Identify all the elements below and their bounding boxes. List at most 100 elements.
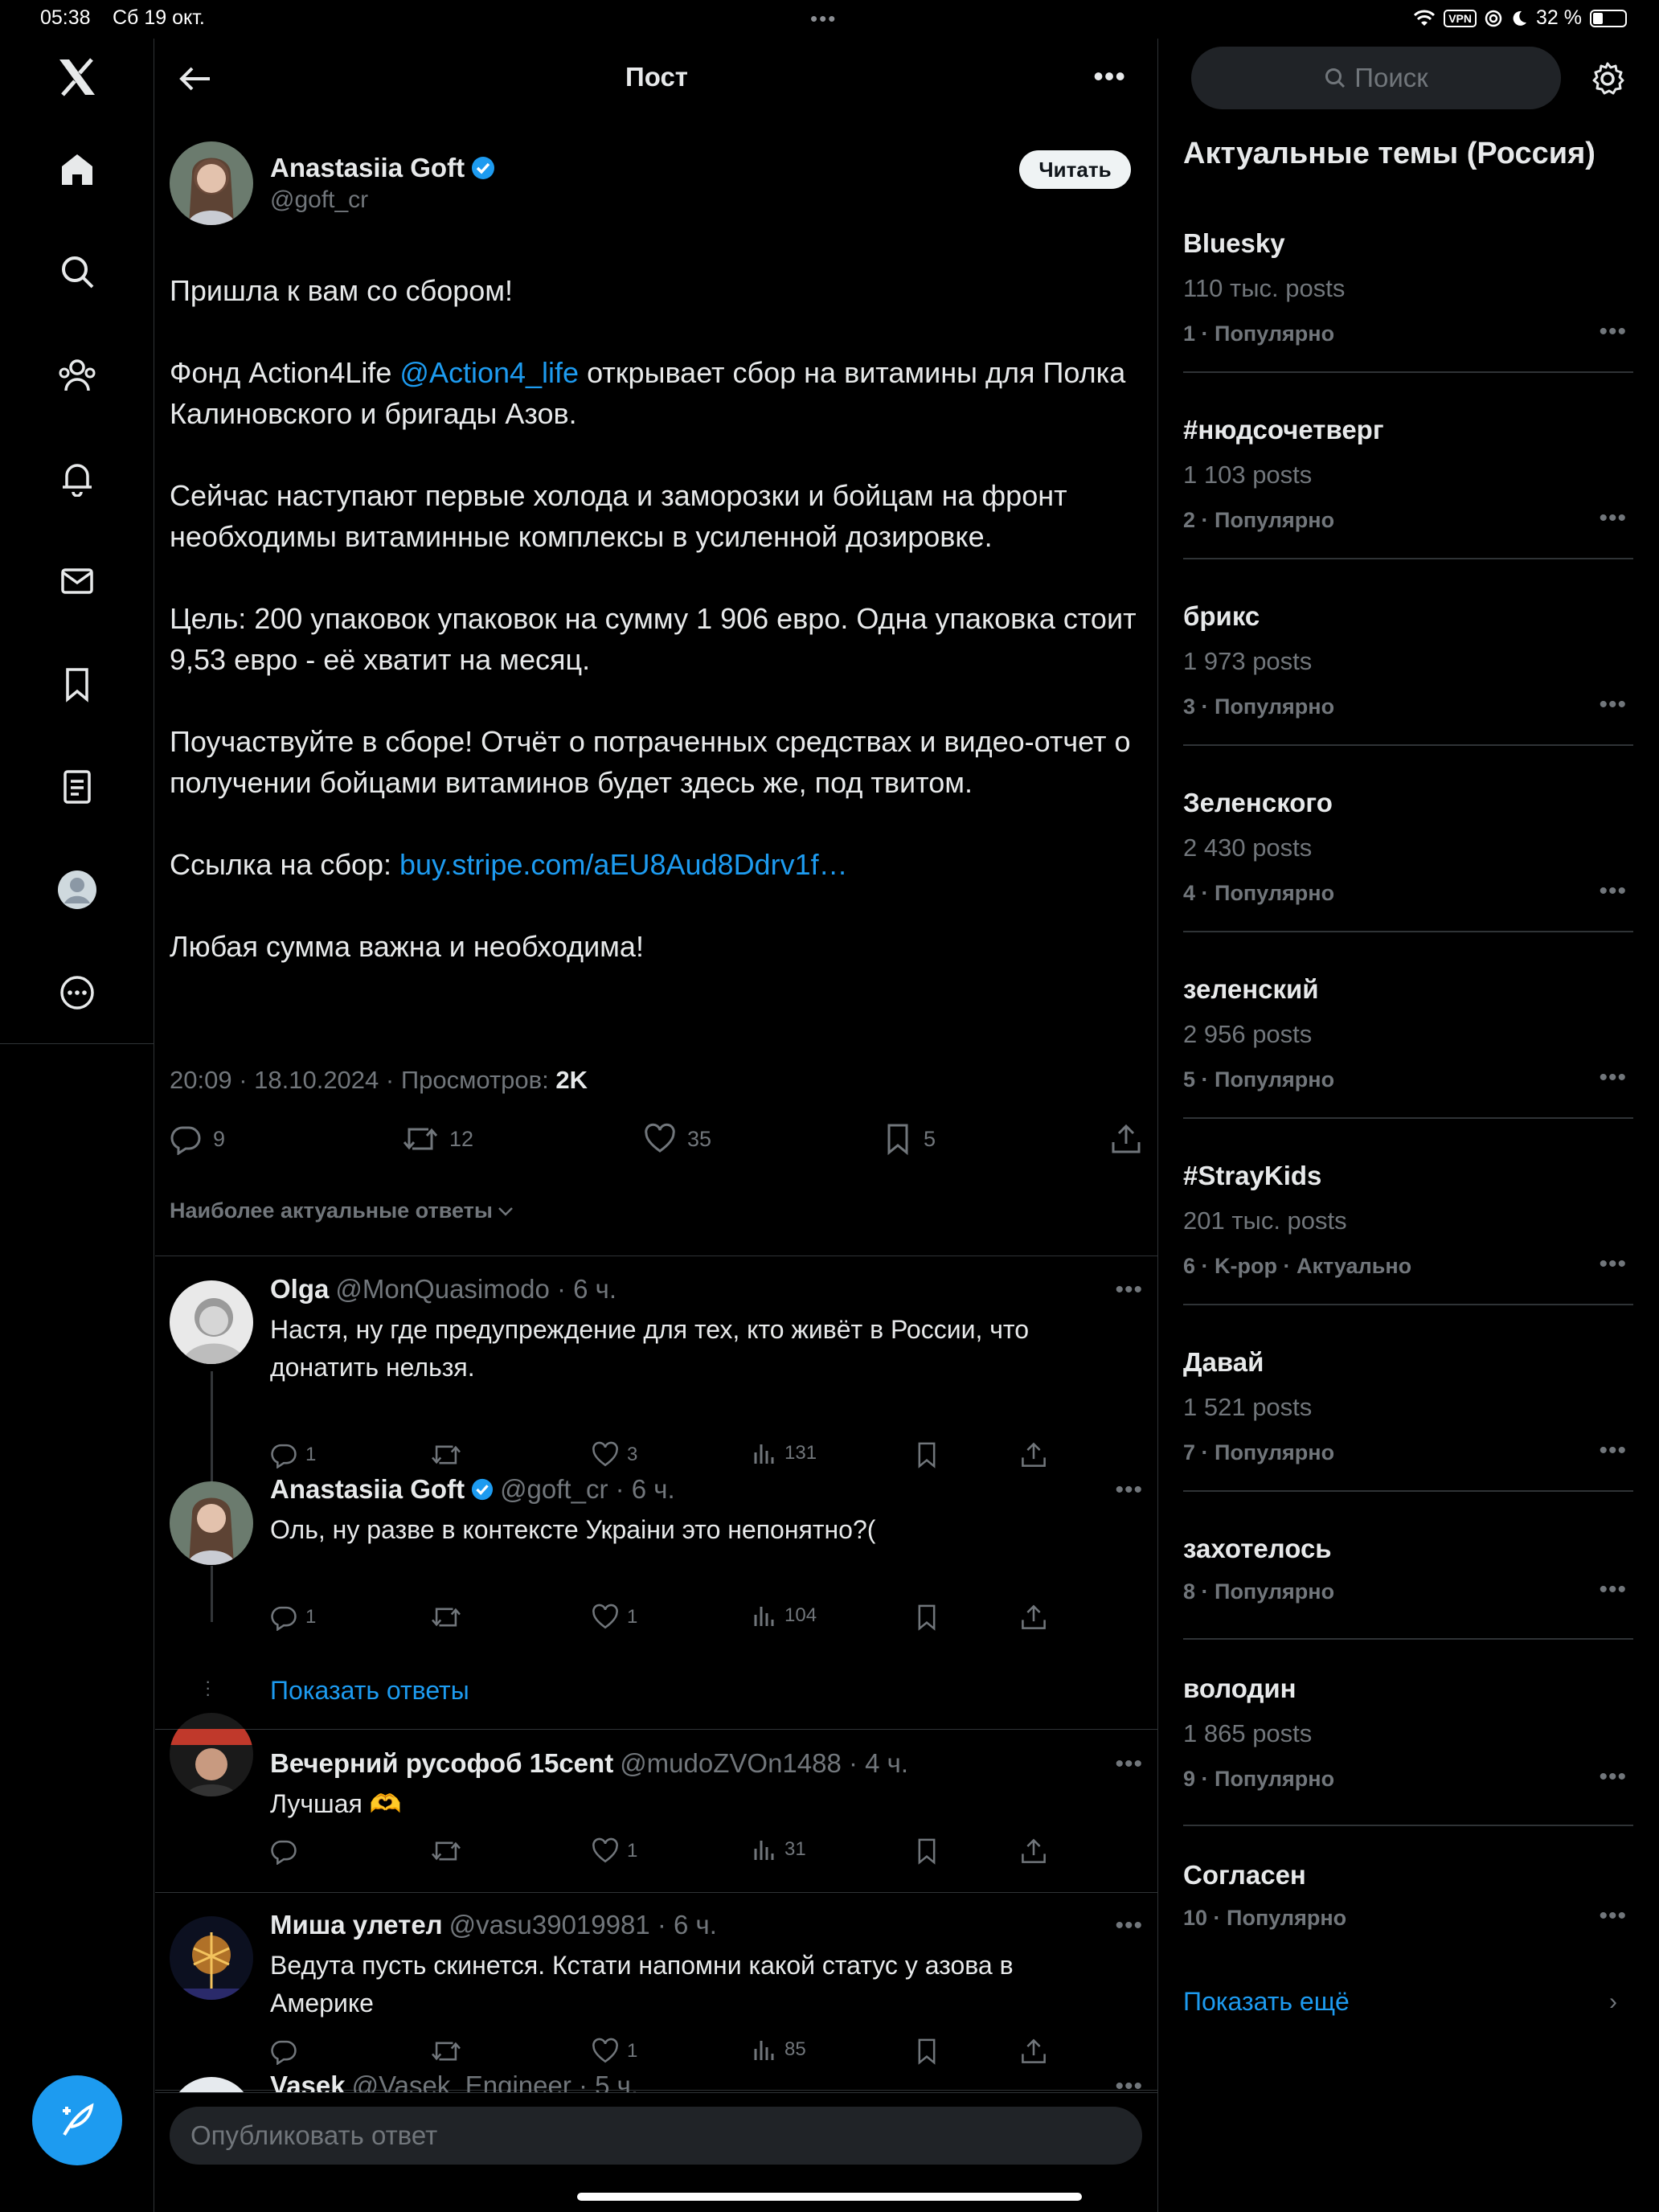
reply-views-button[interactable]: 104 [752,1604,817,1628]
trend-category: Популярно [1215,322,1335,346]
trend-divider [1183,558,1633,559]
compose-button[interactable] [32,2075,122,2165]
settings-button[interactable] [1585,56,1630,101]
reply-input[interactable]: Опубликовать ответ [170,2107,1142,2165]
reply-bookmark-button[interactable] [915,2038,939,2065]
reply-more-button[interactable]: ••• [1115,1751,1143,1778]
reply-text: Настя, ну где предупреждение для тех, кт… [270,1315,1030,1382]
at-icon [1485,10,1502,27]
lists-icon[interactable] [45,755,109,819]
nav-divider [0,1043,154,1044]
reply-more-button[interactable]: ••• [1115,1276,1143,1304]
mention-link[interactable]: @Action4_life [399,356,579,389]
follow-button[interactable]: Читать [1019,150,1131,189]
multitasking-dots[interactable]: ••• [810,6,837,31]
more-options-icon[interactable] [45,961,109,1025]
trend-more-button[interactable]: ••• [1599,505,1627,532]
trend-rank: 10 · Популярно [1183,1906,1347,1930]
reply-more-button[interactable]: ••• [1115,1912,1143,1940]
reply-handle: @goft_cr · 6 ч. [500,1474,675,1504]
reply-views-button[interactable]: 85 [752,2038,806,2062]
reply-reply-button[interactable]: 1 [270,1604,316,1631]
author-name[interactable]: Anastasiia Goft [270,153,495,183]
share-icon [1022,1838,1046,1863]
reply-button[interactable]: 9 [170,1123,225,1155]
like-count: 1 [627,1840,638,1862]
reply-like-button[interactable]: 1 [592,1604,637,1631]
share-button[interactable] [1110,1123,1142,1155]
communities-icon[interactable] [45,343,109,408]
trend-more-button[interactable]: ••• [1599,1251,1627,1278]
post-meta: 20:09 · 18.10.2024 · Просмотров: 2K [170,1066,588,1095]
reply-repost-button[interactable] [431,2038,469,2065]
reply-reply-button[interactable] [270,1837,305,1865]
show-replies-link[interactable]: Показать ответы [270,1676,469,1706]
search-placeholder: Поиск [1354,63,1428,92]
search-icon[interactable] [45,240,109,304]
analytics-icon [754,1607,774,1626]
notifications-icon[interactable] [45,446,109,510]
reply-like-button[interactable]: 1 [592,1837,637,1865]
reply-author[interactable]: Вечерний русофоб 15cent @mudoZVOn1488 · 4… [270,1748,908,1779]
reply-views-button[interactable]: 31 [752,1837,806,1862]
x-logo-icon[interactable] [45,45,109,109]
trend-more-button[interactable]: ••• [1599,691,1627,719]
reply-avatar[interactable] [170,1916,253,2000]
trend-more-button[interactable]: ••• [1599,1763,1627,1791]
reply-repost-button[interactable] [431,1441,469,1469]
reply-share-button[interactable] [1020,1604,1047,1631]
trend-rank-number: 4 [1183,881,1196,905]
show-more-trends-link[interactable]: Показать ещё [1183,1987,1350,2017]
author-handle[interactable]: @goft_cr [270,186,368,214]
trend-more-button[interactable]: ••• [1599,1064,1627,1092]
reply-avatar[interactable] [170,1481,253,1565]
reply-share-button[interactable] [1020,2038,1047,2065]
reply-bookmark-button[interactable] [915,1604,939,1631]
heart-icon [592,1441,618,1467]
reply-repost-button[interactable] [431,1604,469,1631]
reply-share-button[interactable] [1020,1837,1047,1865]
reply-like-button[interactable]: 1 [592,2038,637,2065]
trend-more-button[interactable]: ••• [1599,1437,1627,1464]
messages-icon[interactable] [45,549,109,613]
vpn-badge: VPN [1444,9,1477,27]
reply-more-button[interactable]: ••• [1115,1477,1143,1504]
reply-bookmark-button[interactable] [915,1837,939,1865]
trend-more-button[interactable]: ••• [1599,1576,1627,1604]
reply-share-button[interactable] [1020,1441,1047,1469]
trend-category: Популярно [1215,508,1335,532]
bookmarks-icon[interactable] [45,652,109,716]
reply-author[interactable]: Anastasiia Goft @goft_cr · 6 ч. [270,1474,675,1505]
trend-more-button[interactable]: ••• [1599,1903,1627,1930]
reply-actions: 1 3 131 [270,1441,1074,1470]
like-button[interactable]: 35 [644,1123,711,1155]
bookmark-button[interactable]: 5 [883,1123,936,1155]
reply-author[interactable]: Olga @MonQuasimodo · 6 ч. [270,1274,616,1305]
trend-more-button[interactable]: ••• [1599,318,1627,346]
trend-divider [1183,371,1633,373]
reply-reply-button[interactable]: 1 [270,1441,316,1469]
home-icon[interactable] [45,137,109,202]
profile-avatar-icon[interactable] [45,858,109,922]
replies-sort-dropdown[interactable]: Наиболее актуальные ответы [170,1198,514,1223]
search-input[interactable]: Поиск [1191,47,1561,109]
reply-reply-button[interactable] [270,2038,305,2065]
trend-rank: 5 · Популярно [1183,1067,1335,1092]
reply-views-button[interactable]: 131 [752,1441,817,1465]
home-indicator[interactable] [577,2193,1082,2201]
trend-more-button[interactable]: ••• [1599,878,1627,905]
repost-button[interactable]: 12 [403,1123,473,1155]
post-more-button[interactable]: ••• [1093,59,1126,93]
divider [155,1892,1157,1893]
author-avatar[interactable] [170,141,253,225]
trend-post-count: 110 тыс. posts [1183,274,1346,302]
reply-repost-button[interactable] [431,1837,469,1865]
reply-bookmark-button[interactable] [915,1441,939,1469]
reply-avatar[interactable] [170,1280,253,1364]
reply-actions: 1 31 [270,1837,1074,1866]
trend-rank-number: 3 [1183,694,1196,719]
donation-link[interactable]: buy.stripe.com/aEU8Aud8Ddrv1f… [399,848,848,881]
reply-author[interactable]: Миша улетел @vasu39019981 · 6 ч. [270,1910,717,1940]
reply-avatar[interactable] [170,1713,253,1796]
reply-like-button[interactable]: 3 [592,1441,637,1469]
